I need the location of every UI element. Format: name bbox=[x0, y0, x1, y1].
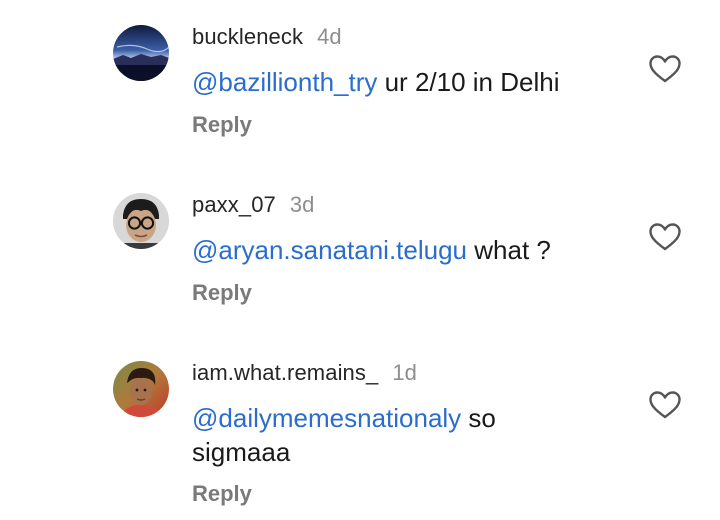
comment-body: what ? bbox=[467, 235, 551, 265]
heart-outline-icon bbox=[649, 391, 681, 419]
comment-meta: iam.what.remains_ 1d bbox=[192, 360, 417, 388]
username[interactable]: buckleneck bbox=[192, 24, 303, 50]
reply-button[interactable]: Reply bbox=[192, 481, 252, 507]
comment-text: @dailymemesnationaly so sigmaaa bbox=[192, 401, 552, 469]
comment-meta: paxx_07 3d bbox=[192, 192, 314, 220]
comment-meta: buckleneck 4d bbox=[192, 24, 342, 52]
mention-link[interactable]: @bazillionth_try bbox=[192, 67, 377, 97]
heart-outline-icon bbox=[649, 223, 681, 251]
username[interactable]: paxx_07 bbox=[192, 192, 276, 218]
reply-button[interactable]: Reply bbox=[192, 280, 252, 306]
timestamp: 1d bbox=[392, 360, 417, 385]
comment-text: @aryan.sanatani.telugu what ? bbox=[192, 233, 612, 267]
timestamp: 4d bbox=[317, 24, 342, 49]
username[interactable]: iam.what.remains_ bbox=[192, 360, 378, 386]
timestamp: 3d bbox=[289, 192, 315, 217]
comment-text: @bazillionth_try ur 2/10 in Delhi bbox=[192, 65, 612, 99]
comment-body: ur 2/10 in Delhi bbox=[377, 67, 560, 97]
heart-outline-icon bbox=[649, 55, 681, 83]
like-button[interactable] bbox=[648, 222, 682, 252]
user-avatar[interactable] bbox=[113, 25, 169, 81]
user-avatar[interactable] bbox=[113, 193, 169, 249]
mention-link[interactable]: @aryan.sanatani.telugu bbox=[192, 235, 467, 265]
user-avatar[interactable] bbox=[113, 361, 169, 417]
mention-link[interactable]: @dailymemesnationaly bbox=[192, 403, 461, 433]
like-button[interactable] bbox=[648, 390, 682, 420]
reply-button[interactable]: Reply bbox=[192, 112, 252, 138]
person-photo-avatar bbox=[113, 361, 169, 417]
person-glasses-avatar bbox=[113, 193, 169, 249]
landscape-sunset-avatar bbox=[113, 25, 169, 81]
like-button[interactable] bbox=[648, 54, 682, 84]
